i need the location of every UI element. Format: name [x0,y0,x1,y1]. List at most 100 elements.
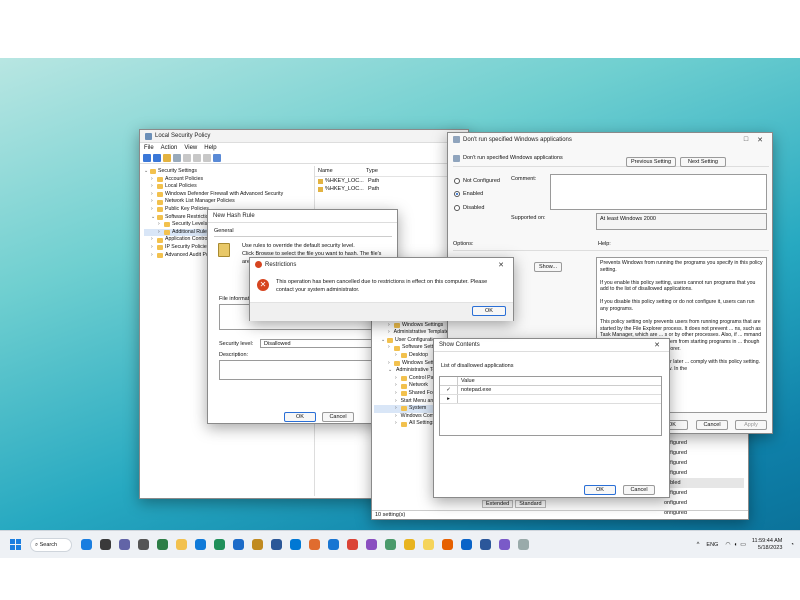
search-box[interactable]: ⌕ Search [30,537,72,552]
gp-tree-item[interactable]: › Windows Settings [374,322,444,330]
column-name[interactable]: Name [318,168,366,174]
lsp-tree-item[interactable]: ⌄ Security Settings [144,168,314,176]
previous-setting-button[interactable]: Previous Setting [626,157,676,167]
edge-dev-icon[interactable] [214,539,225,550]
hash-titlebar[interactable]: New Hash Rule [208,210,397,223]
show-cancel-button[interactable]: Cancel [623,485,655,495]
menu-file[interactable]: File [144,145,154,151]
back-icon[interactable] [143,154,151,162]
radio-enabled[interactable] [454,191,460,197]
lsp-tree-item[interactable]: › Local Policies [144,183,314,191]
lsp-tree-item[interactable]: › Windows Defender Firewall with Advanced… [144,191,314,199]
terminal-icon[interactable] [138,539,149,550]
expand-chevron-right-icon[interactable]: › [388,360,392,368]
restrictions-titlebar[interactable]: Restrictions ✕ [250,258,513,271]
edge-canary-icon[interactable] [233,539,244,550]
policy-state-cell[interactable]: onfigured [664,448,744,458]
expand-chevron-right-icon[interactable]: › [151,252,155,260]
notification-icon[interactable]: ◔ [790,542,794,548]
up-folder-icon[interactable] [163,154,171,162]
expand-chevron-right-icon[interactable]: › [151,191,155,199]
policy-state-cell[interactable]: nabled [664,478,744,488]
expand-chevron-down-icon[interactable]: ⌄ [144,168,148,176]
show-close-icon[interactable]: ✕ [650,341,664,349]
policy-state-cell[interactable]: onfigured [664,488,744,498]
word-icon[interactable] [461,539,472,550]
table-row[interactable]: %HKEY_LOC... Path [315,185,469,193]
battery-icon[interactable]: ▭ [740,541,746,548]
expand-chevron-right-icon[interactable]: › [395,398,397,406]
menu-action[interactable]: Action [161,145,178,151]
help-icon[interactable] [213,154,221,162]
next-setting-button[interactable]: Next Setting [680,157,726,167]
export-icon[interactable] [203,154,211,162]
volume-icon[interactable]: ◖ [734,542,738,548]
gp-tree-item[interactable]: › Administrative Templates [374,329,451,337]
office-icon[interactable] [518,539,529,550]
hash-ok-button[interactable]: OK [284,412,316,422]
document-icon[interactable] [499,539,510,550]
show-tree-icon[interactable] [173,154,181,162]
tray-chevron-icon[interactable]: ^ [697,542,700,548]
expand-chevron-right-icon[interactable]: › [395,375,399,383]
policy-state-cell[interactable]: onfigured [664,438,744,448]
policy-apply-button[interactable]: Apply [735,420,767,430]
delete-icon[interactable] [183,154,191,162]
expand-chevron-right-icon[interactable]: › [395,420,399,428]
expand-chevron-down-icon[interactable]: ⌄ [151,214,155,222]
policy-state-cell[interactable]: onfigured [664,498,744,508]
policy-titlebar[interactable]: Don't run specified Windows applications… [448,133,772,146]
table-row[interactable]: %HKEY_LOC... Path [315,177,469,185]
value-cell[interactable]: notepad.exe [458,386,491,394]
policy-cancel-button[interactable]: Cancel [696,420,728,430]
expand-chevron-right-icon[interactable]: › [158,229,162,237]
lsp-tree-item[interactable]: › Network List Manager Policies [144,198,314,206]
store-icon[interactable] [252,539,263,550]
hash-cancel-button[interactable]: Cancel [322,412,354,422]
show-titlebar[interactable]: Show Contents ✕ [434,339,669,352]
forward-icon[interactable] [153,154,161,162]
expand-chevron-right-icon[interactable]: › [395,390,399,398]
firefox-icon[interactable] [423,539,434,550]
clock[interactable]: 11:59:44 AM 5/18/2023 [752,538,782,552]
wifi-icon[interactable]: ◠ [725,541,730,548]
lsp-titlebar[interactable]: Local Security Policy [140,130,468,143]
start-icon[interactable] [10,539,21,550]
show-ok-button[interactable]: OK [584,485,616,495]
expand-chevron-right-icon[interactable]: › [395,352,399,360]
expand-chevron-down-icon[interactable]: ⌄ [388,367,392,375]
notes-icon[interactable] [480,539,491,550]
tab-standard[interactable]: Standard [515,500,546,508]
radio-disabled[interactable] [454,205,460,211]
settings-icon[interactable] [119,539,130,550]
calendar-icon[interactable] [309,539,320,550]
expand-chevron-right-icon[interactable]: › [395,382,399,390]
expand-chevron-right-icon[interactable]: › [158,221,162,229]
notepad-icon[interactable] [366,539,377,550]
code-icon[interactable] [271,539,282,550]
snipping-icon[interactable] [385,539,396,550]
chrome-icon[interactable] [328,539,339,550]
expand-chevron-right-icon[interactable]: › [151,176,155,184]
tab-general[interactable]: General [214,228,234,234]
policy-state-cell[interactable]: onfigured [664,468,744,478]
show-button[interactable]: Show... [534,262,562,272]
restrictions-ok-button[interactable]: OK [472,306,506,316]
language-indicator[interactable]: ENG [706,542,718,548]
expand-chevron-right-icon[interactable]: › [388,344,392,352]
expand-chevron-right-icon[interactable]: › [395,413,397,421]
lsp-tree-item[interactable]: › Account Policies [144,176,314,184]
edge-icon[interactable] [176,539,187,550]
outlook-icon[interactable] [442,539,453,550]
maximize-icon[interactable]: □ [739,136,753,143]
sticky-notes-icon[interactable] [404,539,415,550]
teams-icon[interactable] [100,539,111,550]
tab-extended[interactable]: Extended [482,500,514,508]
policy-state-cell[interactable]: onfigured [664,458,744,468]
expand-chevron-right-icon[interactable]: › [151,206,155,214]
comment-field[interactable] [550,174,767,210]
column-type[interactable]: Type [366,168,378,174]
expand-chevron-right-icon[interactable]: › [388,322,392,330]
description-field[interactable] [219,360,389,380]
photos-icon[interactable] [290,539,301,550]
